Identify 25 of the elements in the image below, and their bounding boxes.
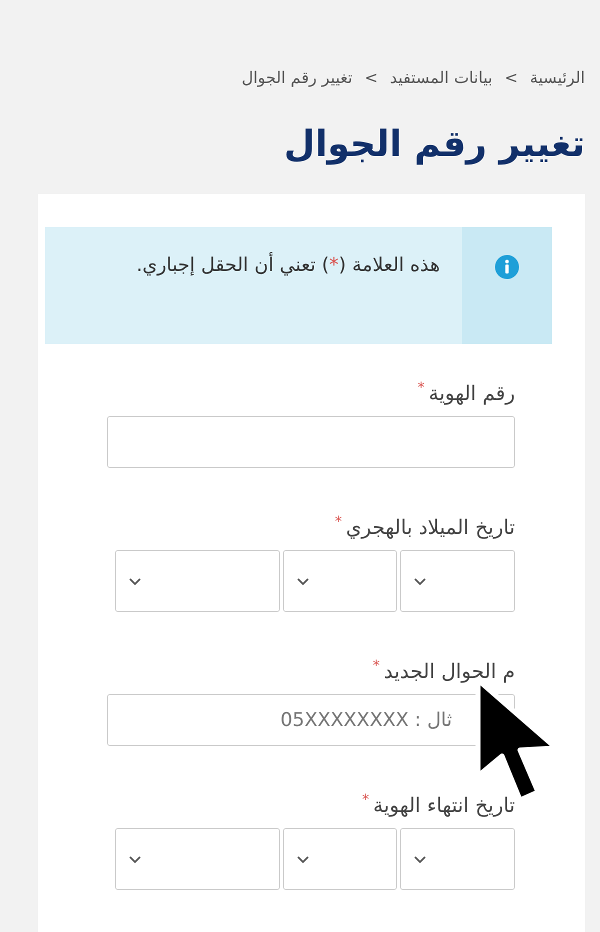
field-label: تاريخ الميلاد بالهجري * [334, 513, 515, 541]
notice-text: هذه العلامة (* ) تعني أن الحقل إجباري. [135, 251, 441, 278]
page-title: تغيير رقم الجوال [282, 123, 586, 167]
chevron-down-icon [413, 854, 427, 864]
field-label: تاريخ انتهاء الهوية * [362, 791, 515, 819]
input-field[interactable] [107, 416, 515, 468]
breadcrumb-link[interactable]: الرئيسية [530, 66, 585, 90]
dropdown-select[interactable] [115, 550, 280, 612]
chevron-down-icon [128, 854, 142, 864]
field-label: رقم الهوية * [418, 379, 515, 407]
chevron-down-icon [413, 576, 427, 586]
dropdown-select[interactable] [400, 550, 515, 612]
chevron-down-icon [296, 854, 310, 864]
input-field[interactable]: ثال : 05XXXXXXXX [107, 694, 515, 746]
field-label: م الجوال الجديد * [372, 657, 515, 685]
breadcrumb-separator: > [504, 67, 518, 89]
dropdown-select[interactable] [283, 828, 397, 890]
dropdown-select[interactable] [400, 828, 515, 890]
breadcrumb-link[interactable]: بيانات المستفيد [390, 66, 492, 90]
dropdown-select[interactable] [283, 550, 397, 612]
chevron-down-icon [128, 576, 142, 586]
chevron-down-icon [296, 576, 310, 586]
breadcrumb-separator: > [364, 67, 378, 89]
dropdown-select[interactable] [115, 828, 280, 890]
info-icon [495, 255, 519, 279]
